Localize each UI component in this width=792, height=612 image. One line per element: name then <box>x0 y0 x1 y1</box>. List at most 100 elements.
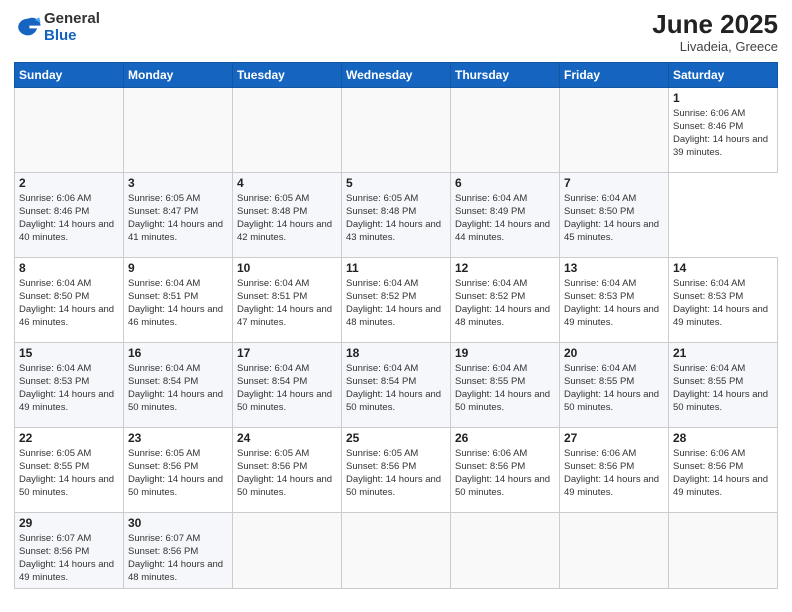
calendar-cell: 9 Sunrise: 6:04 AMSunset: 8:51 PMDayligh… <box>124 257 233 342</box>
cell-day-number: 1 <box>673 91 773 105</box>
cell-info: Sunrise: 6:06 AMSunset: 8:56 PMDaylight:… <box>564 448 659 499</box>
month-title: June 2025 <box>652 10 778 39</box>
cell-day-number: 18 <box>346 346 446 360</box>
cell-day-number: 22 <box>19 431 119 445</box>
logo-text-block: General Blue <box>44 10 100 44</box>
cell-day-number: 11 <box>346 261 446 275</box>
weekday-header-wednesday: Wednesday <box>342 62 451 87</box>
calendar-cell: 30 Sunrise: 6:07 AMSunset: 8:56 PMDaylig… <box>124 512 233 588</box>
cell-info: Sunrise: 6:04 AMSunset: 8:53 PMDaylight:… <box>673 278 768 329</box>
logo-blue: Blue <box>44 27 77 44</box>
calendar-cell: 19 Sunrise: 6:04 AMSunset: 8:55 PMDaylig… <box>451 342 560 427</box>
calendar-cell: 17 Sunrise: 6:04 AMSunset: 8:54 PMDaylig… <box>233 342 342 427</box>
calendar-week-row: 2 Sunrise: 6:06 AMSunset: 8:46 PMDayligh… <box>15 172 778 257</box>
calendar-cell: 16 Sunrise: 6:04 AMSunset: 8:54 PMDaylig… <box>124 342 233 427</box>
cell-day-number: 20 <box>564 346 664 360</box>
cell-info: Sunrise: 6:04 AMSunset: 8:54 PMDaylight:… <box>346 363 441 414</box>
cell-day-number: 26 <box>455 431 555 445</box>
cell-info: Sunrise: 6:05 AMSunset: 8:48 PMDaylight:… <box>237 193 332 244</box>
calendar-cell: 18 Sunrise: 6:04 AMSunset: 8:54 PMDaylig… <box>342 342 451 427</box>
cell-day-number: 23 <box>128 431 228 445</box>
cell-day-number: 8 <box>19 261 119 275</box>
calendar-cell: 22 Sunrise: 6:05 AMSunset: 8:55 PMDaylig… <box>15 427 124 512</box>
calendar-cell: 29 Sunrise: 6:07 AMSunset: 8:56 PMDaylig… <box>15 512 124 588</box>
calendar-cell: 1 Sunrise: 6:06 AMSunset: 8:46 PMDayligh… <box>669 87 778 172</box>
cell-day-number: 9 <box>128 261 228 275</box>
cell-day-number: 21 <box>673 346 773 360</box>
calendar-cell <box>560 512 669 588</box>
cell-info: Sunrise: 6:05 AMSunset: 8:56 PMDaylight:… <box>346 448 441 499</box>
calendar-cell: 13 Sunrise: 6:04 AMSunset: 8:53 PMDaylig… <box>560 257 669 342</box>
cell-day-number: 27 <box>564 431 664 445</box>
calendar-cell: 12 Sunrise: 6:04 AMSunset: 8:52 PMDaylig… <box>451 257 560 342</box>
calendar-cell: 7 Sunrise: 6:04 AMSunset: 8:50 PMDayligh… <box>560 172 669 257</box>
cell-day-number: 4 <box>237 176 337 190</box>
calendar-cell <box>451 512 560 588</box>
calendar-cell: 2 Sunrise: 6:06 AMSunset: 8:46 PMDayligh… <box>15 172 124 257</box>
calendar-cell: 23 Sunrise: 6:05 AMSunset: 8:56 PMDaylig… <box>124 427 233 512</box>
cell-day-number: 14 <box>673 261 773 275</box>
calendar-cell: 5 Sunrise: 6:05 AMSunset: 8:48 PMDayligh… <box>342 172 451 257</box>
cell-day-number: 24 <box>237 431 337 445</box>
calendar-week-row: 22 Sunrise: 6:05 AMSunset: 8:55 PMDaylig… <box>15 427 778 512</box>
calendar-week-row: 8 Sunrise: 6:04 AMSunset: 8:50 PMDayligh… <box>15 257 778 342</box>
cell-info: Sunrise: 6:05 AMSunset: 8:47 PMDaylight:… <box>128 193 223 244</box>
cell-day-number: 5 <box>346 176 446 190</box>
cell-info: Sunrise: 6:04 AMSunset: 8:49 PMDaylight:… <box>455 193 550 244</box>
weekday-header-friday: Friday <box>560 62 669 87</box>
cell-info: Sunrise: 6:06 AMSunset: 8:46 PMDaylight:… <box>673 108 768 159</box>
calendar-cell: 24 Sunrise: 6:05 AMSunset: 8:56 PMDaylig… <box>233 427 342 512</box>
title-block: June 2025 Livadeia, Greece <box>652 10 778 54</box>
cell-info: Sunrise: 6:04 AMSunset: 8:53 PMDaylight:… <box>564 278 659 329</box>
cell-day-number: 6 <box>455 176 555 190</box>
calendar-cell: 14 Sunrise: 6:04 AMSunset: 8:53 PMDaylig… <box>669 257 778 342</box>
cell-info: Sunrise: 6:04 AMSunset: 8:51 PMDaylight:… <box>237 278 332 329</box>
calendar-cell: 21 Sunrise: 6:04 AMSunset: 8:55 PMDaylig… <box>669 342 778 427</box>
location: Livadeia, Greece <box>652 39 778 54</box>
weekday-header-saturday: Saturday <box>669 62 778 87</box>
cell-info: Sunrise: 6:06 AMSunset: 8:56 PMDaylight:… <box>455 448 550 499</box>
header: General Blue June 2025 Livadeia, Greece <box>14 10 778 54</box>
cell-info: Sunrise: 6:04 AMSunset: 8:51 PMDaylight:… <box>128 278 223 329</box>
logo-icon <box>14 13 42 41</box>
logo-wordmark: General Blue <box>44 10 100 44</box>
cell-day-number: 3 <box>128 176 228 190</box>
cell-day-number: 15 <box>19 346 119 360</box>
weekday-header-monday: Monday <box>124 62 233 87</box>
cell-day-number: 7 <box>564 176 664 190</box>
cell-info: Sunrise: 6:07 AMSunset: 8:56 PMDaylight:… <box>19 533 114 584</box>
cell-info: Sunrise: 6:04 AMSunset: 8:52 PMDaylight:… <box>455 278 550 329</box>
cell-info: Sunrise: 6:04 AMSunset: 8:54 PMDaylight:… <box>128 363 223 414</box>
logo: General Blue <box>14 10 100 44</box>
weekday-header-tuesday: Tuesday <box>233 62 342 87</box>
calendar-cell <box>15 87 124 172</box>
calendar-cell: 15 Sunrise: 6:04 AMSunset: 8:53 PMDaylig… <box>15 342 124 427</box>
cell-info: Sunrise: 6:04 AMSunset: 8:55 PMDaylight:… <box>564 363 659 414</box>
logo-general: General <box>44 10 100 27</box>
calendar-cell: 20 Sunrise: 6:04 AMSunset: 8:55 PMDaylig… <box>560 342 669 427</box>
weekday-header-thursday: Thursday <box>451 62 560 87</box>
cell-day-number: 29 <box>19 516 119 530</box>
cell-info: Sunrise: 6:05 AMSunset: 8:48 PMDaylight:… <box>346 193 441 244</box>
calendar-cell: 26 Sunrise: 6:06 AMSunset: 8:56 PMDaylig… <box>451 427 560 512</box>
cell-day-number: 17 <box>237 346 337 360</box>
cell-info: Sunrise: 6:04 AMSunset: 8:53 PMDaylight:… <box>19 363 114 414</box>
cell-info: Sunrise: 6:06 AMSunset: 8:46 PMDaylight:… <box>19 193 114 244</box>
cell-info: Sunrise: 6:04 AMSunset: 8:55 PMDaylight:… <box>673 363 768 414</box>
calendar-cell <box>451 87 560 172</box>
calendar-page: General Blue June 2025 Livadeia, Greece … <box>0 0 792 612</box>
cell-day-number: 16 <box>128 346 228 360</box>
cell-day-number: 28 <box>673 431 773 445</box>
calendar-cell <box>124 87 233 172</box>
calendar-cell <box>342 87 451 172</box>
cell-day-number: 2 <box>19 176 119 190</box>
cell-info: Sunrise: 6:06 AMSunset: 8:56 PMDaylight:… <box>673 448 768 499</box>
cell-info: Sunrise: 6:04 AMSunset: 8:55 PMDaylight:… <box>455 363 550 414</box>
cell-info: Sunrise: 6:04 AMSunset: 8:54 PMDaylight:… <box>237 363 332 414</box>
calendar-week-row: 1 Sunrise: 6:06 AMSunset: 8:46 PMDayligh… <box>15 87 778 172</box>
calendar-cell <box>560 87 669 172</box>
cell-day-number: 13 <box>564 261 664 275</box>
cell-day-number: 19 <box>455 346 555 360</box>
cell-day-number: 10 <box>237 261 337 275</box>
cell-info: Sunrise: 6:04 AMSunset: 8:52 PMDaylight:… <box>346 278 441 329</box>
